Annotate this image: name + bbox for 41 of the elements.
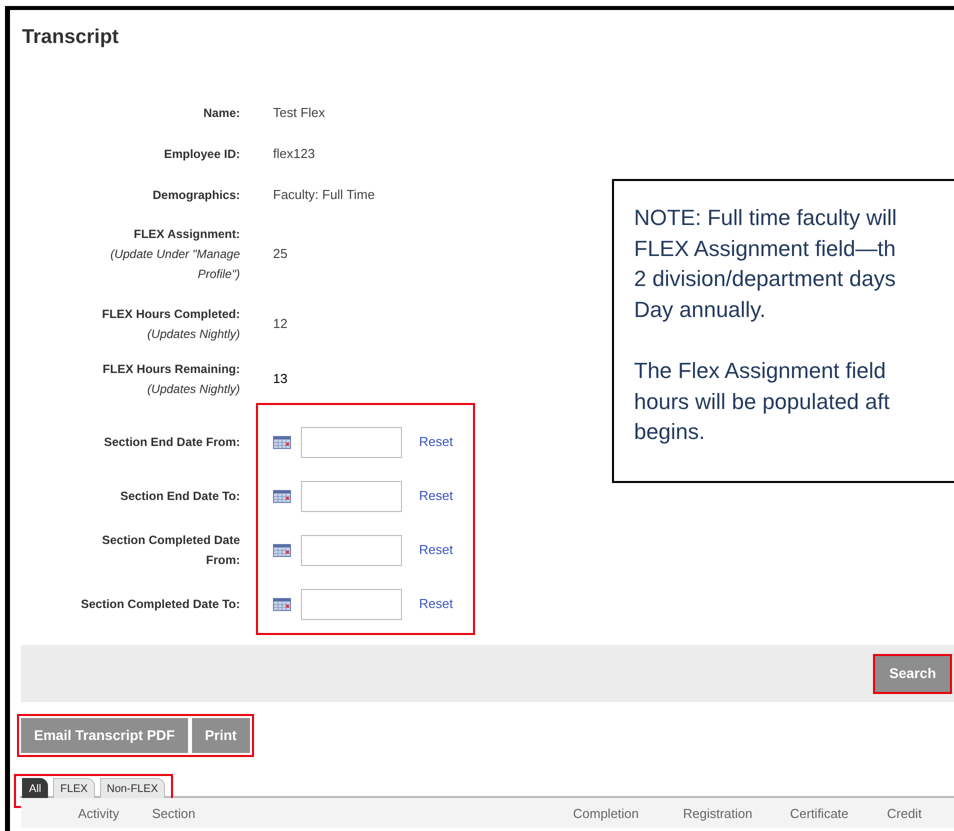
calendar-icon[interactable] [273, 490, 291, 502]
date-field[interactable] [301, 480, 402, 512]
reset-link[interactable]: Reset [419, 594, 453, 614]
field-label: FLEX Hours Completed: (Updates Nightly) [102, 306, 240, 343]
field-value: 25 [273, 245, 288, 264]
field-label: Section End Date To: [120, 488, 240, 505]
reset-link[interactable]: Reset [419, 486, 453, 506]
tab[interactable]: FLEX [53, 778, 95, 800]
reset-link[interactable]: Reset [419, 540, 453, 560]
field-label: FLEX Assignment: (Update Under "Manage Profile") [109, 226, 240, 283]
field-value: 13 [273, 370, 288, 388]
calendar-icon[interactable] [273, 544, 291, 556]
field-value: 12 [273, 315, 288, 334]
action-button[interactable]: Email Transcript PDF [21, 718, 188, 753]
field-value: Test Flex [273, 104, 326, 122]
field-label: Employee ID: [164, 146, 240, 162]
field-label: Section Completed Date From: [100, 532, 240, 569]
search-button[interactable]: Search [873, 654, 952, 694]
field-value: Faculty: Full Time [273, 186, 375, 204]
field-label: Demographics: [152, 186, 240, 204]
date-field[interactable] [301, 426, 402, 458]
column-header[interactable]: Section [152, 804, 196, 824]
date-field[interactable] [301, 534, 402, 566]
calendar-icon[interactable] [273, 436, 291, 448]
field-label: Section End Date From: [104, 434, 240, 451]
note-text: NOTE: Full time faculty will FLEX Assignment field—th 2 division/department days Day annually. [634, 204, 898, 324]
column-header[interactable]: Completion [573, 804, 639, 824]
reset-link[interactable]: Reset [419, 432, 453, 452]
column-header[interactable]: Activity [78, 804, 120, 824]
field-value: flex123 [273, 144, 315, 163]
column-header[interactable]: Certificate [790, 804, 849, 824]
field-label: Section Completed Date To: [80, 596, 240, 613]
column-header[interactable]: Credit [887, 804, 922, 824]
field-label: FLEX Hours Remaining: (Updates Nightly) [102, 361, 240, 398]
field-label: Name: [203, 104, 240, 122]
action-button[interactable]: Print [192, 718, 250, 753]
note-text: The Flex Assignment field hours will be populated aft begins. [634, 357, 891, 446]
column-header[interactable]: Registration [683, 804, 752, 824]
page-title: Transcript [21, 25, 120, 50]
date-field[interactable] [301, 588, 402, 620]
calendar-icon[interactable] [273, 598, 291, 610]
